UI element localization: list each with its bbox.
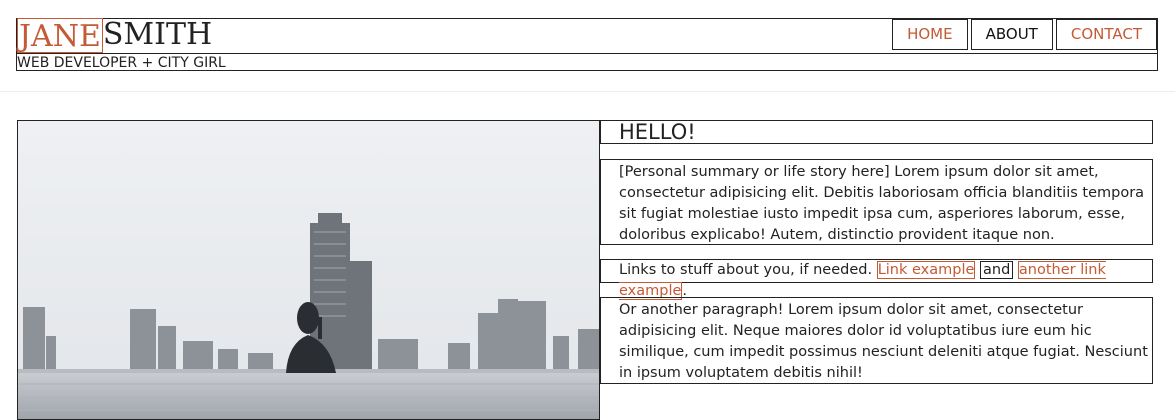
site-header: JANE SMITH HOME ABOUT CONTACT WEB DEVELOP… bbox=[16, 17, 1158, 71]
link-example[interactable]: Link example bbox=[876, 261, 976, 279]
summary-paragraph: [Personal summary or life story here] Lo… bbox=[600, 159, 1153, 245]
hero-image bbox=[17, 120, 600, 420]
main-nav: HOME ABOUT CONTACT bbox=[889, 19, 1157, 54]
nav-contact-link[interactable]: CONTACT bbox=[1055, 19, 1157, 50]
logo-last-name[interactable]: SMITH bbox=[103, 18, 212, 52]
links-paragraph: Links to stuff about you, if needed. Lin… bbox=[600, 259, 1153, 300]
header-title-row: JANE SMITH HOME ABOUT CONTACT bbox=[17, 17, 1157, 54]
and-text: and bbox=[980, 261, 1014, 279]
site-tagline: WEB DEVELOPER + CITY GIRL bbox=[17, 55, 226, 71]
header-divider bbox=[0, 91, 1175, 92]
second-paragraph: Or another paragraph! Lorem ipsum dolor … bbox=[600, 297, 1153, 384]
site-logo[interactable]: JANE SMITH bbox=[17, 17, 212, 54]
nav-about-link[interactable]: ABOUT bbox=[970, 19, 1053, 50]
nav-home-link[interactable]: HOME bbox=[892, 19, 968, 50]
links-intro-text: Links to stuff about you, if needed. bbox=[619, 262, 873, 278]
logo-first-name[interactable]: JANE bbox=[17, 17, 103, 54]
page-heading: HELLO! bbox=[600, 120, 1153, 144]
